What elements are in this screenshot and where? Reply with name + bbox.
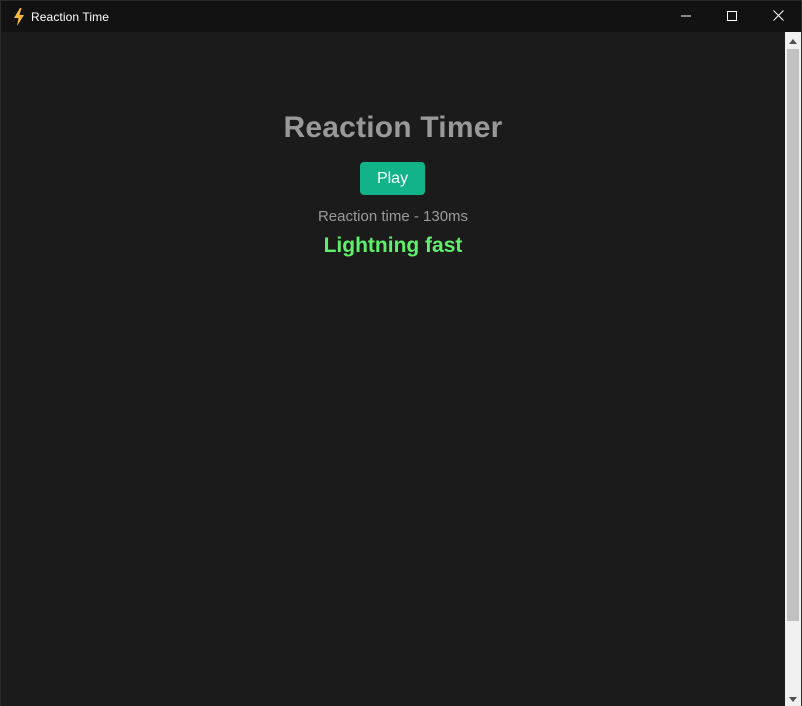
maximize-button[interactable] bbox=[709, 1, 755, 32]
reaction-verdict: Lightning fast bbox=[323, 234, 463, 257]
title-bar[interactable]: Reaction Time bbox=[1, 1, 801, 32]
lightning-bolt-icon bbox=[9, 7, 29, 27]
main-content: Reaction Timer Play Reaction time - 130m… bbox=[1, 32, 785, 706]
play-button[interactable]: Play bbox=[360, 162, 425, 195]
scroll-up-arrow-icon bbox=[789, 31, 797, 49]
close-button[interactable] bbox=[755, 1, 801, 32]
close-icon bbox=[772, 8, 784, 26]
minimize-button[interactable] bbox=[663, 1, 709, 32]
app-window: Reaction Time Reaction Timer Play Reacti… bbox=[0, 0, 802, 706]
window-title: Reaction Time bbox=[31, 9, 109, 24]
page-title: Reaction Timer bbox=[283, 111, 503, 144]
maximize-icon bbox=[727, 8, 737, 26]
scroll-up-button[interactable] bbox=[785, 32, 801, 48]
reaction-time-text: Reaction time - 130ms bbox=[317, 208, 469, 225]
scroll-down-arrow-icon bbox=[789, 689, 797, 706]
scroll-down-button[interactable] bbox=[785, 690, 801, 706]
window-controls bbox=[663, 1, 801, 32]
vertical-scrollbar[interactable] bbox=[785, 32, 801, 706]
scroll-thumb[interactable] bbox=[787, 49, 799, 621]
minimize-icon bbox=[681, 8, 691, 26]
